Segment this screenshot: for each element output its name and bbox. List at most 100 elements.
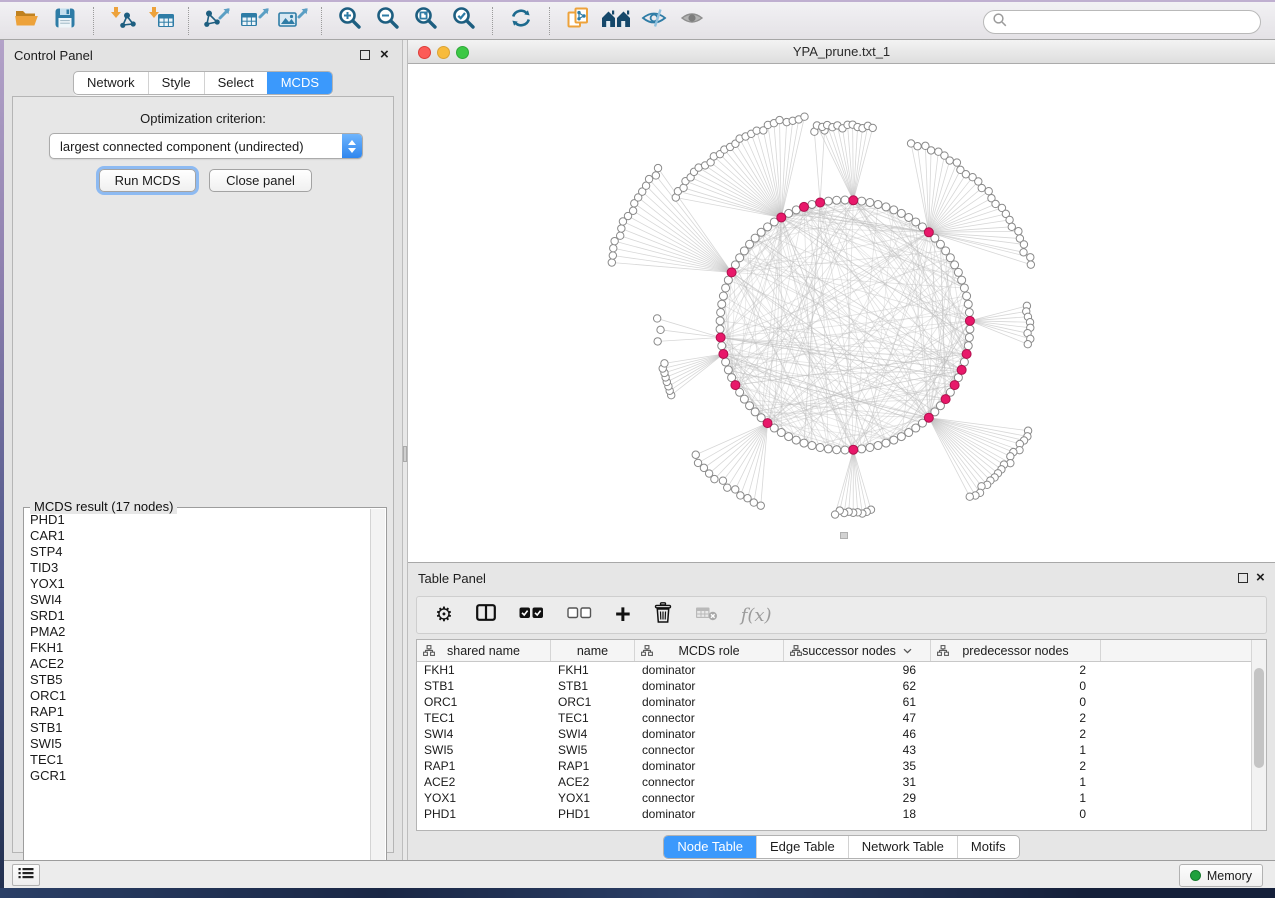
table-row[interactable]: ORC1ORC1dominator610 (417, 694, 1266, 710)
mcds-result-item[interactable]: TID3 (25, 560, 371, 576)
open-file-button[interactable] (8, 5, 46, 37)
zoom-in-button[interactable] (331, 5, 369, 37)
mcds-result-item[interactable]: SRD1 (25, 608, 371, 624)
mcds-result-item[interactable]: ORC1 (25, 688, 371, 704)
mcds-list-scrollbar[interactable] (370, 509, 385, 877)
export-network-button[interactable] (198, 5, 236, 37)
toolbar-separator (93, 7, 94, 35)
mcds-result-item[interactable]: STB5 (25, 672, 371, 688)
node-table-header: shared namenameMCDS rolesuccessor nodesp… (417, 640, 1266, 662)
table-row[interactable]: SWI4SWI4dominator462 (417, 726, 1266, 742)
zoom-fit-icon (414, 6, 438, 35)
table-tab-motifs[interactable]: Motifs (957, 836, 1019, 858)
table-row[interactable]: STB1STB1dominator620 (417, 678, 1266, 694)
tab-mcds[interactable]: MCDS (267, 72, 332, 94)
hide-selected-button[interactable] (635, 5, 673, 37)
table-row[interactable]: YOX1YOX1connector291 (417, 790, 1266, 806)
mcds-result-item[interactable]: SWI4 (25, 592, 371, 608)
control-panel-tabs: NetworkStyleSelectMCDS (73, 71, 333, 95)
mcds-result-item[interactable]: GCR1 (25, 768, 371, 784)
column-header-successor-nodes[interactable]: successor nodes (784, 640, 931, 661)
table-row[interactable]: PHD1PHD1dominator180 (417, 806, 1266, 822)
table-row[interactable]: SWI5SWI5connector431 (417, 742, 1266, 758)
horizontal-splitter-handle[interactable] (840, 532, 848, 539)
mcds-result-item[interactable]: FKH1 (25, 640, 371, 656)
column-header-name[interactable]: name (551, 640, 635, 661)
tab-select[interactable]: Select (204, 72, 267, 94)
table-row[interactable]: RAP1RAP1dominator352 (417, 758, 1266, 774)
delete-column-button[interactable] (654, 602, 672, 628)
table-tab-node-table[interactable]: Node Table (664, 836, 756, 858)
table-row[interactable]: ACE2ACE2connector311 (417, 774, 1266, 790)
network-canvas[interactable] (408, 64, 1275, 562)
table-cell: 0 (931, 807, 1101, 821)
toolbar-separator (188, 7, 189, 35)
mcds-result-item[interactable]: CAR1 (25, 528, 371, 544)
import-table-button[interactable] (141, 5, 179, 37)
export-image-button[interactable] (274, 5, 312, 37)
mcds-result-item[interactable]: YOX1 (25, 576, 371, 592)
toggle-columns-button[interactable] (476, 602, 496, 628)
mcds-result-item[interactable]: STB1 (25, 720, 371, 736)
table-cell: TEC1 (417, 711, 551, 725)
deselect-all-rows-button[interactable] (567, 602, 592, 628)
mcds-result-item[interactable]: ACE2 (25, 656, 371, 672)
network-titlebar[interactable]: YPA_prune.txt_1 (408, 40, 1275, 64)
clone-network-button[interactable] (559, 5, 597, 37)
table-settings-button[interactable]: ⚙ (435, 602, 453, 628)
table-scrollbar[interactable] (1251, 640, 1266, 830)
add-column-button[interactable]: + (615, 602, 631, 628)
table-row[interactable]: FKH1FKH1dominator962 (417, 662, 1266, 678)
zoom-selected-button[interactable] (445, 5, 483, 37)
column-header-shared-name[interactable]: shared name (417, 640, 551, 661)
search-icon (992, 12, 1008, 33)
tab-network[interactable]: Network (74, 72, 148, 94)
table-cell: ACE2 (551, 775, 635, 789)
table-tab-edge-table[interactable]: Edge Table (756, 836, 848, 858)
close-panel-button[interactable]: Close panel (209, 169, 312, 192)
column-header-predecessor-nodes[interactable]: predecessor nodes (931, 640, 1101, 661)
mcds-result-item[interactable]: PMA2 (25, 624, 371, 640)
close-panel-icon[interactable]: × (380, 50, 389, 60)
delete-table-button[interactable] (695, 602, 718, 628)
select-all-rows-button[interactable] (519, 602, 544, 628)
table-cell: 61 (784, 695, 931, 709)
import-network-button[interactable] (103, 5, 141, 37)
zoom-fit-button[interactable] (407, 5, 445, 37)
table-cell: 1 (931, 743, 1101, 757)
apply-function-button[interactable]: f(x) (741, 602, 772, 628)
mcds-result-item[interactable]: TEC1 (25, 752, 371, 768)
mcds-result-item[interactable]: SWI5 (25, 736, 371, 752)
search-field[interactable] (983, 10, 1261, 34)
control-panel-title: Control Panel (14, 48, 93, 63)
float-panel-icon[interactable] (360, 50, 370, 60)
mcds-result-item[interactable]: PHD1 (25, 512, 371, 528)
zoom-out-button[interactable] (369, 5, 407, 37)
refresh-view-button[interactable] (502, 5, 540, 37)
memory-label: Memory (1207, 869, 1252, 883)
mcds-result-item[interactable]: STP4 (25, 544, 371, 560)
save-session-button[interactable] (46, 5, 84, 37)
column-header-MCDS-role[interactable]: MCDS role (635, 640, 784, 661)
table-cell: 35 (784, 759, 931, 773)
mcds-result-item[interactable]: RAP1 (25, 704, 371, 720)
task-history-button[interactable] (12, 864, 40, 886)
float-table-panel-icon[interactable] (1238, 573, 1248, 583)
search-input[interactable] (1012, 14, 1260, 31)
table-scrollbar-thumb[interactable] (1254, 668, 1264, 768)
run-mcds-button[interactable]: Run MCDS (99, 169, 196, 192)
memory-button[interactable]: Memory (1179, 864, 1263, 887)
close-table-panel-icon[interactable]: × (1256, 573, 1265, 583)
column-type-icon (937, 645, 949, 659)
table-tabs-row: Node TableEdge TableNetwork TableMotifs (408, 835, 1275, 859)
tab-style[interactable]: Style (148, 72, 204, 94)
table-tab-network-table[interactable]: Network Table (848, 836, 957, 858)
optimization-criterion-select[interactable]: largest connected component (undirected) (49, 133, 363, 159)
table-row[interactable]: TEC1TEC1connector472 (417, 710, 1266, 726)
show-hidden-button[interactable] (673, 5, 711, 37)
table-cell: SWI4 (551, 727, 635, 741)
first-neighbors-button[interactable] (597, 5, 635, 37)
export-table-button[interactable] (236, 5, 274, 37)
table-cell: 1 (931, 775, 1101, 789)
splitter-handle[interactable] (403, 446, 407, 462)
